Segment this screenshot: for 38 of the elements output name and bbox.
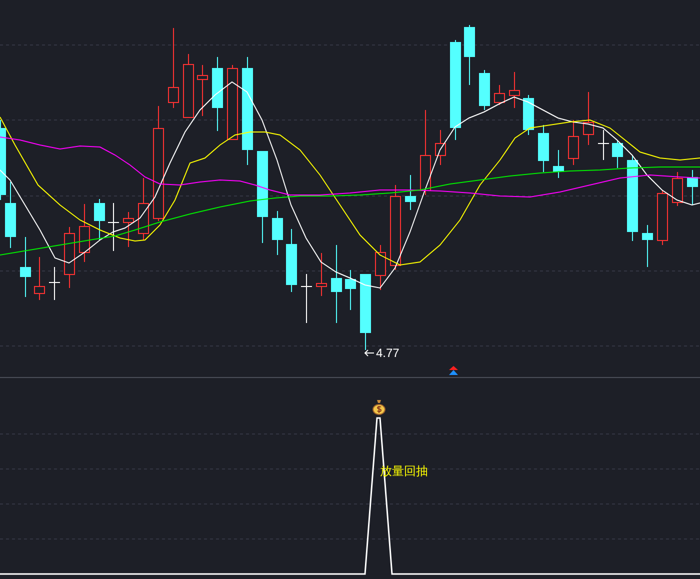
candlestick bbox=[672, 172, 683, 206]
signal-arrow-icon bbox=[449, 366, 458, 375]
candlestick bbox=[435, 130, 446, 166]
candlestick bbox=[523, 94, 534, 136]
candlestick bbox=[405, 174, 416, 210]
candlestick bbox=[479, 70, 490, 110]
candlestick bbox=[464, 24, 475, 86]
candlestick bbox=[48, 266, 60, 300]
candlestick bbox=[183, 54, 194, 118]
candlestick bbox=[123, 212, 134, 248]
money-bag-icon bbox=[372, 399, 386, 415]
candlestick bbox=[300, 274, 312, 324]
candlestick bbox=[509, 72, 520, 108]
low-price-label: 4.77 bbox=[376, 347, 400, 359]
candlestick bbox=[583, 92, 594, 146]
candlestick bbox=[286, 228, 297, 292]
candlestick bbox=[553, 150, 564, 178]
candlestick bbox=[494, 84, 505, 106]
candlestick bbox=[657, 190, 668, 246]
candlestick bbox=[345, 270, 356, 310]
candlestick bbox=[34, 256, 45, 300]
candlestick bbox=[316, 252, 327, 296]
candlestick bbox=[20, 236, 31, 298]
candlestick bbox=[375, 244, 386, 290]
candlestick bbox=[642, 224, 653, 268]
candlestick bbox=[687, 170, 698, 206]
candlestick bbox=[598, 130, 610, 160]
candlestick bbox=[568, 120, 579, 166]
candlestick bbox=[64, 226, 75, 288]
candlestick bbox=[612, 140, 623, 168]
candlestick bbox=[138, 178, 149, 240]
candlestick bbox=[197, 64, 208, 116]
candlestick bbox=[94, 198, 105, 240]
candlestick bbox=[79, 204, 90, 262]
pointer-arrow-icon bbox=[364, 349, 374, 357]
candlestick bbox=[538, 124, 549, 172]
candlestick bbox=[272, 210, 283, 256]
candlestick bbox=[108, 202, 120, 252]
